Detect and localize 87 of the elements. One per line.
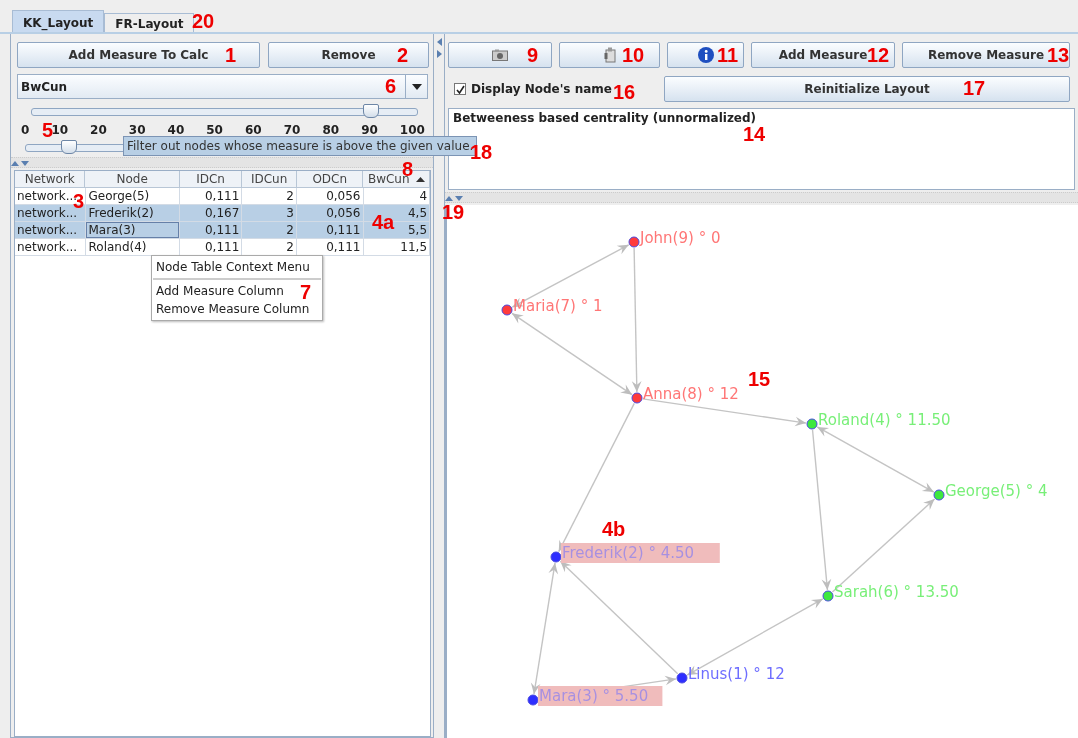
checkbox-label: Display Node's name [471,82,612,96]
info-button[interactable] [667,42,744,68]
callout-number: 14 [743,123,766,145]
slider-tick-label: 50 [206,123,223,137]
node-label: Mara(3) ° 5.50 [538,686,663,706]
slider-tick-label: 60 [244,123,262,137]
slider-tick-label: 70 [283,123,301,137]
slider-tick-label: 90 [361,123,378,137]
graph-node[interactable] [676,672,688,684]
column-header[interactable]: Network [15,171,86,188]
callout-number: 1 [225,44,237,66]
layout-tab[interactable]: KK_Layout [12,10,105,32]
dropdown-caret-icon [411,83,422,90]
table-cell[interactable]: Roland(4) [85,239,179,255]
node-label: John(9) ° 0 [640,229,721,247]
slider-tick-label: 30 [128,123,146,137]
column-header[interactable]: Node [85,171,180,188]
export-button[interactable] [559,42,660,68]
column-header[interactable]: IDCun [242,171,297,188]
collapse-arrows-icon[interactable] [11,159,29,166]
collapse-arrows-icon[interactable] [436,38,442,58]
table-cell[interactable]: 3 [286,206,294,220]
callout-number: 18 [470,141,493,163]
camera-icon [492,49,508,61]
slider-tick-label: 40 [167,123,185,137]
slider-thumb[interactable] [362,104,379,118]
column-header[interactable]: ODCn [296,171,364,188]
slider-tick-label: 0 [21,123,30,137]
table-cell[interactable]: Frederik(2) [85,205,179,221]
node-label: George(5) ° 4 [945,482,1048,500]
device-icon [603,47,616,63]
node-label: Frederik(2) ° 4.50 [561,543,720,563]
callout-number: 17 [963,77,986,99]
callout-number: 15 [748,368,771,390]
slider-tick-label: 20 [90,123,107,137]
graph-node[interactable] [933,489,945,501]
graph-node[interactable] [501,304,513,316]
node-label: Maria(7) ° 1 [513,297,603,315]
table-cell[interactable]: Mara(3) [85,222,179,238]
callout-number: 11 [717,44,739,66]
snapshot-button[interactable] [448,42,552,68]
callout-number: 13 [1047,44,1070,66]
callout-number: 4a [372,211,395,233]
info-icon [697,47,714,63]
column-header[interactable]: IDCn [179,171,243,188]
table-cell[interactable]: 2 [286,189,294,203]
table-cell[interactable]: George(5) [85,188,179,204]
slider-tick-label: 80 [322,123,340,137]
callout-number: 12 [867,44,890,66]
context-menu-item[interactable]: Remove Measure Column [152,300,314,318]
table-cell[interactable]: 2 [286,223,294,237]
table-cell[interactable]: 0,111 [205,240,240,254]
node-label: Anna(8) ° 12 [643,385,739,403]
node-label: Linus(1) ° 12 [688,665,785,683]
callout-number: 6 [385,75,397,97]
node-label: Sarah(6) ° 13.50 [834,583,959,601]
slider-tick-label: 100 [399,123,425,137]
node-label: Roland(4) ° 11.50 [818,411,951,429]
table-cell[interactable]: 0,111 [205,189,240,203]
table-cell[interactable]: 0,111 [326,240,361,254]
graph-node[interactable] [806,418,818,430]
callout-number: 20 [192,10,215,32]
collapse-arrows-icon[interactable] [445,194,463,201]
graph-node[interactable] [631,392,643,404]
graph-node[interactable] [527,694,539,706]
table-cell[interactable]: 11,5 [400,240,428,254]
callout-number: 19 [442,201,465,223]
graph-node[interactable] [822,590,834,602]
callout-number: 4b [602,518,626,540]
table-cell[interactable]: 0,056 [326,189,361,203]
callout-number: 2 [397,44,409,66]
slider-thumb[interactable] [61,140,78,154]
callout-number: 10 [622,44,645,66]
callout-number: 7 [300,281,312,303]
callout-number: 5 [42,119,54,141]
table-cell[interactable]: network... [17,240,78,254]
graph-node[interactable] [628,236,640,248]
table-cell[interactable]: 4 [419,189,428,203]
callout-number: 16 [613,81,636,103]
callout-number: 9 [527,44,539,66]
context-menu-item[interactable]: Add Measure Column [152,282,288,300]
description-text: Betweeness based centrality (unnormalized) [453,111,757,125]
table-cell[interactable]: 2 [286,240,294,254]
context-menu-title: Node Table Context Menu [155,259,311,276]
checkbox[interactable] [454,83,466,95]
check-icon [455,84,465,94]
graph-node[interactable] [550,551,562,563]
